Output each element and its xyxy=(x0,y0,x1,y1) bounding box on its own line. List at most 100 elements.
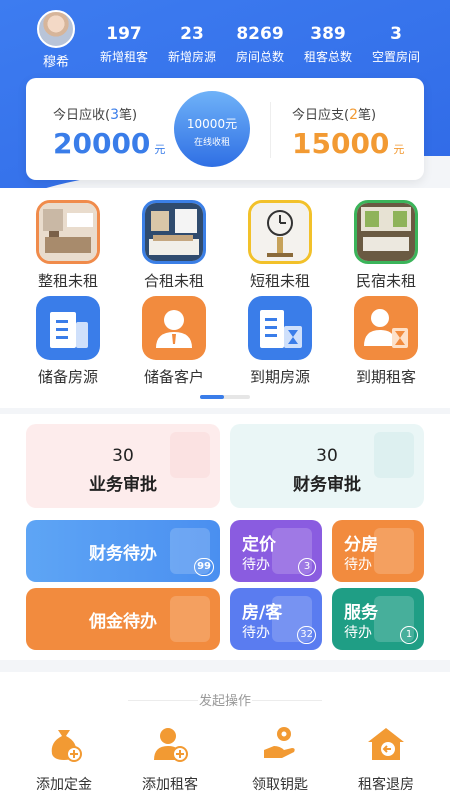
action-add-tenant[interactable]: 添加租客 xyxy=(120,724,220,794)
payable-suffix: 笔) xyxy=(358,108,377,123)
pricing-todo-badge: 3 xyxy=(298,558,316,576)
receivable-title: 今日应收(3笔) xyxy=(53,104,165,123)
receivable-section[interactable]: 今日应收(3笔) 20000 元 xyxy=(53,104,165,160)
action-label: 领取钥匙 xyxy=(252,777,308,793)
grid-item-whole-rent[interactable]: 整租未租 xyxy=(18,200,118,291)
house-exit-icon xyxy=(366,724,406,764)
grid-label: 到期房源 xyxy=(249,368,310,386)
stat-total-rooms[interactable]: 8269 房间总数 xyxy=(226,24,294,65)
grid-item-reserve-listings[interactable]: 储备房源 xyxy=(18,296,118,387)
stamp-icon xyxy=(374,432,414,478)
tasks-panel: 30 业务审批 30 财务审批 财务待办 99 定价 待办 3 分房 待办 佣金… xyxy=(0,414,450,660)
business-approval-tile[interactable]: 30 业务审批 xyxy=(26,424,220,508)
grid-item-expiring-tenants[interactable]: 到期租客 xyxy=(336,296,436,387)
commission-todo-label: 佣金待办 xyxy=(89,611,157,632)
grid-label: 到期租客 xyxy=(355,368,416,386)
finance-todo-label: 财务待办 xyxy=(89,543,157,564)
shared-rent-photo-icon xyxy=(142,200,206,264)
avatar[interactable] xyxy=(37,10,75,48)
allocation-todo-title: 分房 xyxy=(344,535,378,555)
stat-label: 新增租客 xyxy=(99,50,148,64)
stat-new-tenants[interactable]: 197 新增租客 xyxy=(90,24,158,65)
payable-count: 2 xyxy=(349,107,358,123)
grid-label: 整租未租 xyxy=(37,272,98,290)
stat-label: 空置房间 xyxy=(371,50,420,64)
stamp-icon xyxy=(170,432,210,478)
action-add-deposit[interactable]: 添加定金 xyxy=(14,724,114,794)
building-icon xyxy=(36,296,100,360)
online-rent-label: 在线收租 xyxy=(193,138,230,148)
grid-label: 储备房源 xyxy=(37,368,98,386)
stat-value: 197 xyxy=(106,24,142,44)
grid-label: 短租未租 xyxy=(249,272,310,290)
stat-new-listings[interactable]: 23 新增房源 xyxy=(158,24,226,65)
user-name: 穆希 xyxy=(42,55,69,70)
finance-approval-tile[interactable]: 30 财务审批 xyxy=(230,424,424,508)
action-label: 添加租客 xyxy=(142,777,198,793)
receivable-suffix: 笔) xyxy=(119,108,138,123)
finance-todo-tile[interactable]: 财务待办 99 xyxy=(26,520,220,582)
quick-menu-grid: 整租未租 合租未租 短租未租 民宿未租 储备房源 储备客户 到期房源 到期租客 xyxy=(0,188,450,408)
building-hourglass-icon xyxy=(248,296,312,360)
service-todo-badge: 1 xyxy=(400,626,418,644)
grid-label: 民宿未租 xyxy=(355,272,416,290)
payable-section[interactable]: 今日应支(2笔) 15000 元 xyxy=(292,104,404,160)
actions-title: 发起操作 xyxy=(198,694,251,709)
room-tenant-todo-sub: 待办 xyxy=(242,625,270,641)
grid-item-short-rent[interactable]: 短租未租 xyxy=(230,200,330,291)
stats-bar: 197 新增租客 23 新增房源 8269 房间总数 389 租客总数 3 空置… xyxy=(90,24,450,65)
initiate-actions-panel: 发起操作 添加定金 添加租客 领取钥匙 租客退房 xyxy=(0,672,450,800)
stat-total-tenants[interactable]: 389 租客总数 xyxy=(294,24,362,65)
action-label: 租客退房 xyxy=(358,777,414,793)
online-rent-amount: 10000元 xyxy=(186,117,238,131)
money-bag-add-icon xyxy=(44,724,84,764)
stat-label: 租客总数 xyxy=(303,50,352,64)
pricing-todo-tile[interactable]: 定价 待办 3 xyxy=(230,520,322,582)
receivable-amount: 20000 xyxy=(53,127,151,160)
stat-value: 389 xyxy=(310,24,346,44)
online-rent-button[interactable]: 10000元 在线收租 xyxy=(174,91,250,167)
person-icon xyxy=(142,296,206,360)
grid-item-homestay[interactable]: 民宿未租 xyxy=(336,200,436,291)
stat-label: 房间总数 xyxy=(235,50,284,64)
stat-value: 3 xyxy=(390,24,402,44)
short-rent-photo-icon xyxy=(248,200,312,264)
homestay-photo-icon xyxy=(354,200,418,264)
finance-summary-card: 今日应收(3笔) 20000 元 10000元 在线收租 今日应支(2笔) 150… xyxy=(26,78,424,180)
service-todo-tile[interactable]: 服务 待办 1 xyxy=(332,588,424,650)
room-tenant-todo-title: 房/客 xyxy=(242,603,283,623)
receivable-unit: 元 xyxy=(154,143,166,156)
grid-label: 储备客户 xyxy=(143,368,204,386)
stat-value: 23 xyxy=(180,24,204,44)
user-profile[interactable]: 穆希 xyxy=(34,10,78,70)
grid-item-shared-rent[interactable]: 合租未租 xyxy=(124,200,224,291)
grid-item-reserve-clients[interactable]: 储备客户 xyxy=(124,296,224,387)
page-indicator-active xyxy=(200,395,224,399)
page-indicator xyxy=(200,395,250,399)
clipboard-icon xyxy=(170,596,210,642)
pricing-todo-title: 定价 xyxy=(242,535,276,555)
payable-prefix: 今日应支( xyxy=(292,108,350,123)
stat-vacant-rooms[interactable]: 3 空置房间 xyxy=(362,24,430,65)
payable-unit: 元 xyxy=(393,143,405,156)
service-todo-title: 服务 xyxy=(344,603,378,623)
person-add-icon xyxy=(150,724,190,764)
payable-amount: 15000 xyxy=(292,127,390,160)
receivable-count: 3 xyxy=(110,107,119,123)
room-tenant-todo-tile[interactable]: 房/客 待办 32 xyxy=(230,588,322,650)
action-label: 添加定金 xyxy=(36,777,92,793)
allocation-todo-sub: 待办 xyxy=(344,557,372,573)
payable-title: 今日应支(2笔) xyxy=(292,104,404,123)
allocation-todo-tile[interactable]: 分房 待办 xyxy=(332,520,424,582)
hand-key-icon xyxy=(260,724,300,764)
grid-label: 合租未租 xyxy=(143,272,204,290)
action-receive-key[interactable]: 领取钥匙 xyxy=(230,724,330,794)
pricing-todo-sub: 待办 xyxy=(242,557,270,573)
commission-todo-tile[interactable]: 佣金待办 xyxy=(26,588,220,650)
grid-item-expiring-listings[interactable]: 到期房源 xyxy=(230,296,330,387)
person-hourglass-icon xyxy=(354,296,418,360)
divider xyxy=(270,102,271,158)
action-tenant-checkout[interactable]: 租客退房 xyxy=(336,724,436,794)
whole-rent-photo-icon xyxy=(36,200,100,264)
receivable-prefix: 今日应收( xyxy=(53,108,111,123)
